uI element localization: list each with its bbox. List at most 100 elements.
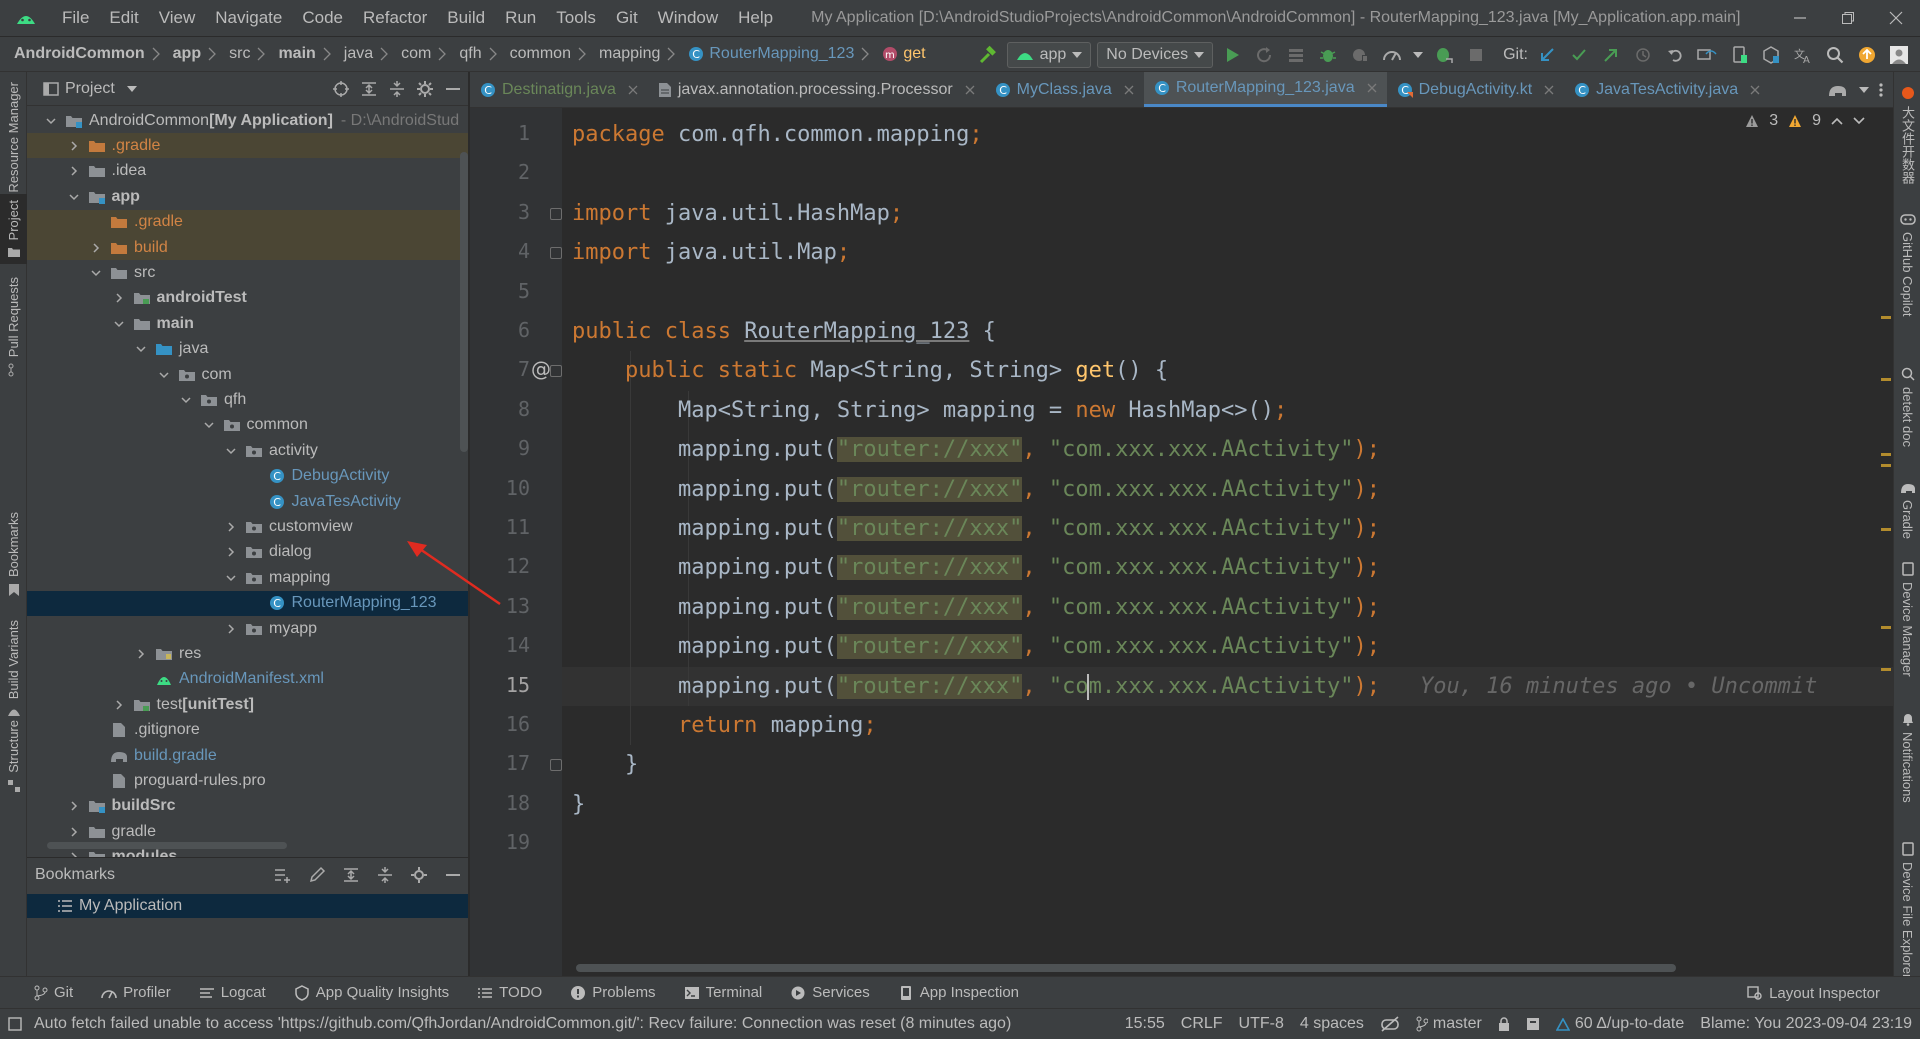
tool-pull-requests[interactable]: Pull Requests — [0, 277, 27, 377]
gear-icon[interactable] — [410, 866, 428, 884]
git-push-icon[interactable] — [1598, 42, 1624, 68]
code-line[interactable]: } — [572, 785, 585, 824]
chevron-down-icon[interactable] — [88, 265, 104, 281]
tree-item[interactable]: proguard-rules.pro — [27, 768, 468, 793]
restore-icon[interactable] — [1824, 0, 1872, 36]
more-run-options-icon[interactable] — [1411, 42, 1425, 68]
run-config-select[interactable]: app — [1006, 42, 1092, 68]
code-line[interactable]: Map<String, String> mapping = new HashMa… — [572, 391, 1287, 430]
code-line[interactable]: mapping.put("router://xxx", "com.xxx.xxx… — [572, 588, 1380, 627]
code-line[interactable]: mapping.put("router://xxx", "com.xxx.xxx… — [572, 667, 1817, 706]
warning-stripe-mark[interactable] — [1881, 316, 1891, 319]
chevron-down-icon[interactable] — [223, 443, 239, 459]
close-tab-icon[interactable] — [628, 85, 638, 95]
breadcrumb-item[interactable]: AndroidCommon — [14, 45, 145, 63]
tree-item[interactable]: AndroidManifest.xml — [27, 667, 468, 692]
tree-item[interactable]: customview — [27, 514, 468, 539]
tool-window-button[interactable]: Logcat — [199, 984, 266, 1001]
tree-item[interactable]: src — [27, 260, 468, 285]
menu-tools[interactable]: Tools — [546, 8, 606, 28]
edit-icon[interactable] — [308, 866, 326, 884]
menu-view[interactable]: View — [149, 8, 206, 28]
project-scrollbar[interactable] — [460, 152, 468, 452]
tool-window-button[interactable]: Services — [790, 984, 870, 1001]
profile-icon[interactable] — [1379, 42, 1405, 68]
chevron-right-icon[interactable] — [66, 163, 82, 179]
build-hammer-icon[interactable] — [975, 42, 1001, 68]
close-window-icon[interactable] — [1872, 0, 1920, 36]
indent-setting[interactable]: 4 spaces — [1292, 1015, 1372, 1033]
tool-large-file-viewer[interactable]: 大文件开数器 — [1894, 86, 1920, 184]
attach-debugger-icon[interactable] — [1347, 42, 1373, 68]
menu-git[interactable]: Git — [606, 8, 648, 28]
menu-window[interactable]: Window — [648, 8, 728, 28]
avatar[interactable] — [1886, 42, 1912, 68]
apply-changes-icon[interactable] — [1283, 42, 1309, 68]
tree-item[interactable]: gradle — [27, 819, 468, 844]
tree-item[interactable]: .gradle — [27, 133, 468, 159]
chevron-right-icon[interactable] — [111, 697, 127, 713]
tool-window-button[interactable]: Problems — [570, 984, 656, 1001]
warning-stripe-mark[interactable] — [1881, 668, 1891, 671]
locate-file-icon[interactable] — [332, 80, 350, 98]
annotated-icon[interactable]: @ — [531, 357, 551, 381]
menu-help[interactable]: Help — [728, 8, 783, 28]
caret-position[interactable]: 15:55 — [1117, 1015, 1173, 1033]
tree-item[interactable]: test [unitTest] — [27, 692, 468, 717]
tool-device-manager[interactable]: Device Manager — [1894, 562, 1920, 677]
close-tab-icon[interactable] — [1367, 83, 1377, 93]
editor-tab[interactable]: C MyClass.java — [985, 72, 1144, 107]
code-line[interactable]: mapping.put("router://xxx", "com.xxx.xxx… — [572, 627, 1380, 666]
lock-icon[interactable] — [1490, 1017, 1518, 1031]
code-line[interactable]: } — [572, 745, 638, 784]
tree-item[interactable]: com — [27, 362, 468, 387]
collapse-all-icon[interactable] — [388, 80, 406, 98]
code-line[interactable]: package com.qfh.common.mapping; — [572, 115, 983, 154]
chevron-down-icon[interactable] — [43, 113, 59, 129]
device-select[interactable]: No Devices — [1097, 42, 1214, 68]
layout-inspector-button[interactable]: Layout Inspector — [1747, 977, 1880, 1009]
tool-window-button[interactable]: Git — [34, 984, 73, 1001]
tool-window-button[interactable]: Profiler — [101, 984, 171, 1001]
translate-icon[interactable]: 文A — [1790, 42, 1816, 68]
editor-tab[interactable]: javax.annotation.processing.Processor — [648, 72, 985, 107]
tree-item[interactable]: app — [27, 184, 468, 209]
code-line[interactable]: mapping.put("router://xxx", "com.xxx.xxx… — [572, 430, 1380, 469]
warning-stripe-mark[interactable] — [1881, 626, 1891, 629]
code-line[interactable]: import java.util.HashMap; — [572, 194, 903, 233]
project-horizontal-scrollbar[interactable] — [47, 842, 287, 849]
tool-window-button[interactable]: App Inspection — [898, 984, 1019, 1001]
rerun-icon[interactable] — [1251, 42, 1277, 68]
breadcrumb-item[interactable]: main — [278, 45, 315, 63]
editor-horizontal-scrollbar[interactable] — [576, 964, 1676, 972]
tool-build-variants[interactable]: Build Variants — [0, 620, 27, 717]
tool-detekt-doc[interactable]: detekt doc — [1894, 367, 1920, 447]
menu-refactor[interactable]: Refactor — [353, 8, 437, 28]
tree-item[interactable]: qfh — [27, 387, 468, 412]
tree-item[interactable]: build — [27, 235, 468, 260]
tool-notifications[interactable]: Notifications — [1894, 712, 1920, 803]
code-line[interactable]: mapping.put("router://xxx", "com.xxx.xxx… — [572, 548, 1380, 587]
tree-item[interactable]: AndroidCommon [My Application] - D:\Andr… — [27, 108, 468, 133]
chevron-down-icon[interactable] — [178, 392, 194, 408]
menu-code[interactable]: Code — [292, 8, 353, 28]
chevron-down-icon[interactable] — [126, 85, 137, 92]
breadcrumb-item[interactable]: mapping — [599, 45, 660, 63]
device-manager-icon[interactable] — [1726, 42, 1752, 68]
more-options-icon[interactable] — [1879, 82, 1883, 98]
git-commit-icon[interactable] — [1566, 42, 1592, 68]
tool-resource-manager[interactable]: Resource Manager — [0, 82, 27, 213]
breadcrumb-item[interactable]: common — [510, 45, 571, 63]
close-tab-icon[interactable] — [1124, 85, 1134, 95]
chevron-right-icon[interactable] — [66, 849, 82, 857]
chevron-right-icon[interactable] — [223, 519, 239, 535]
device-mirroring-icon[interactable] — [1694, 42, 1720, 68]
previous-highlight-chevron-up-icon[interactable] — [1831, 117, 1843, 125]
git-history-icon[interactable] — [1630, 42, 1656, 68]
git-rollback-icon[interactable] — [1662, 42, 1688, 68]
tree-item[interactable]: dialog — [27, 540, 468, 565]
editor-tab[interactable]: C DebugActivity.kt — [1387, 72, 1565, 107]
tool-project[interactable]: Project — [0, 194, 27, 265]
chevron-right-icon[interactable] — [66, 138, 82, 154]
menu-file[interactable]: File — [52, 8, 99, 28]
